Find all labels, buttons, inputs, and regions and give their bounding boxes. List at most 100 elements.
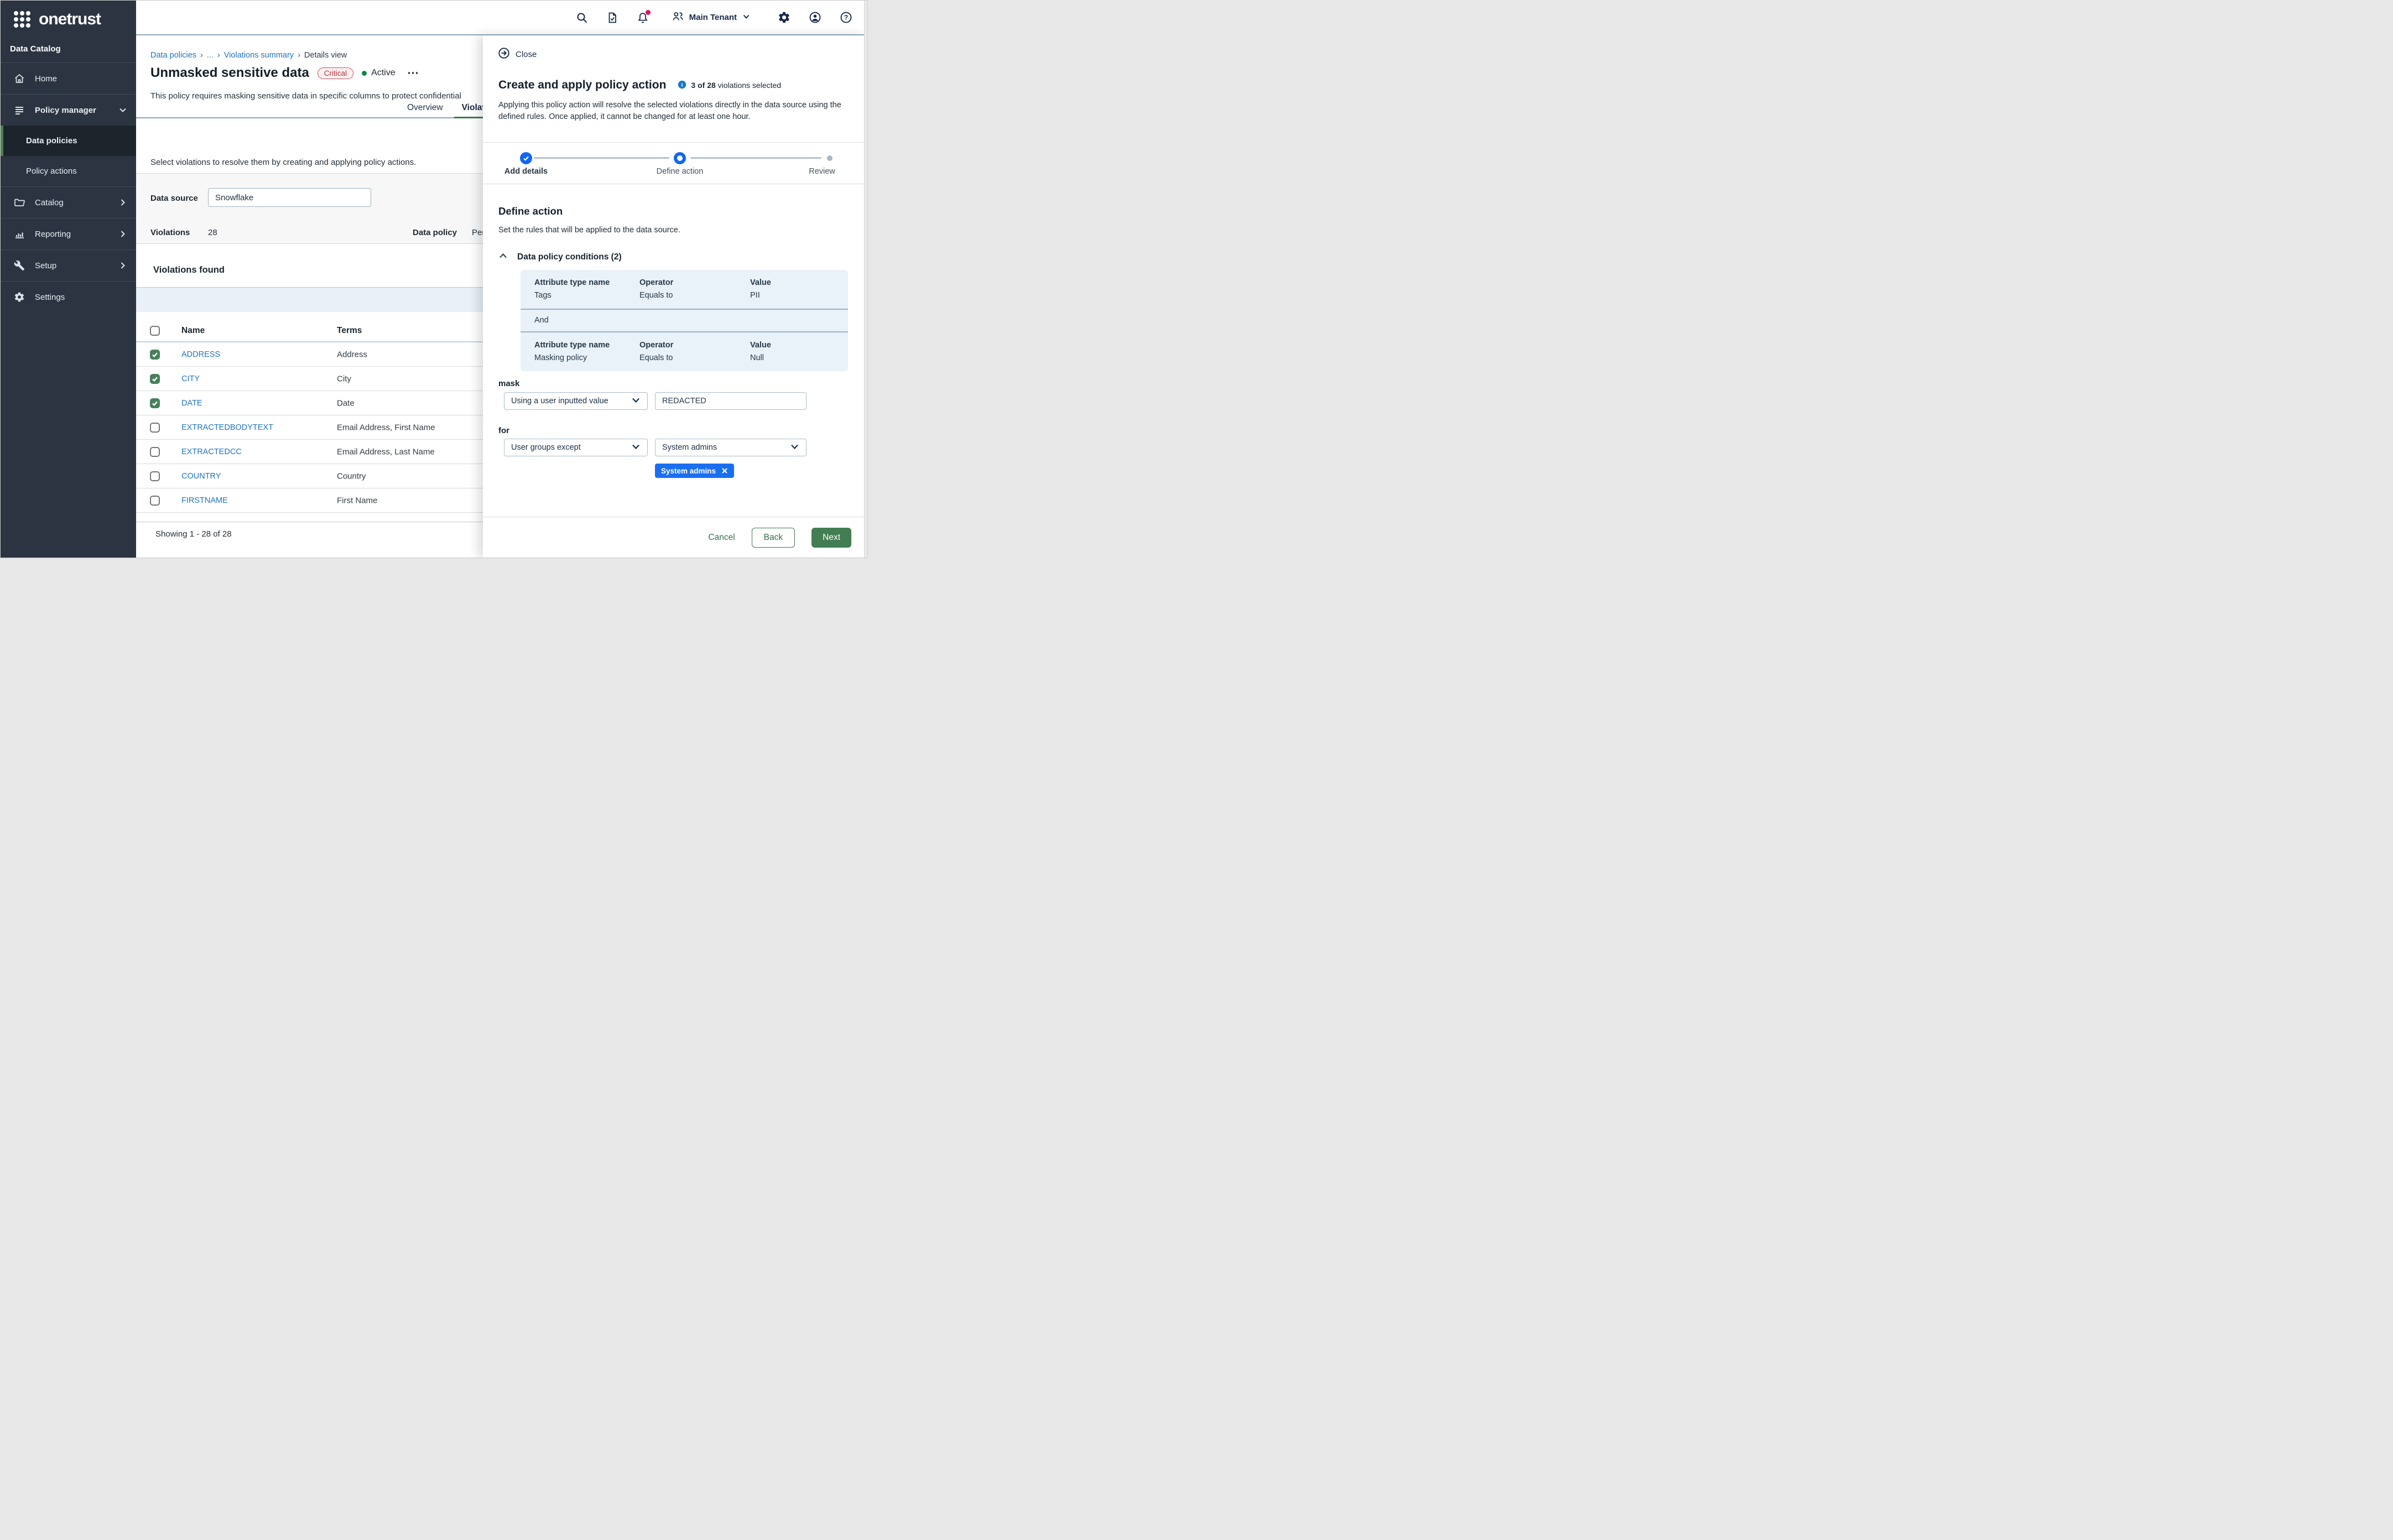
conditions-header-row: Attribute type name Operator Value	[521, 332, 848, 350]
sidebar-item-policy-actions[interactable]: Policy actions	[1, 156, 136, 186]
violation-name-link[interactable]: DATE	[181, 399, 202, 408]
sidebar: onetrust Data Catalog Home Policy manage…	[1, 1, 136, 558]
define-action-heading: Define action	[498, 205, 563, 217]
violation-terms: Country	[337, 471, 366, 481]
mask-method-select[interactable]: Using a user inputted value	[504, 392, 648, 410]
column-header-name[interactable]: Name	[181, 326, 205, 336]
chevron-down-icon	[790, 442, 799, 454]
document-check-icon[interactable]	[606, 12, 618, 24]
select-all-checkbox[interactable]	[150, 326, 160, 336]
chip-remove-icon[interactable]	[721, 467, 728, 474]
tenant-label: Main Tenant	[689, 13, 737, 22]
condition-row: Masking policy Equals to Null	[521, 350, 848, 371]
folder-icon	[13, 196, 25, 209]
row-checkbox[interactable]	[150, 496, 160, 506]
col-operator: Operator	[639, 341, 750, 350]
row-checkbox[interactable]	[150, 423, 160, 433]
row-checkbox[interactable]	[150, 447, 160, 457]
tenant-switcher[interactable]: Main Tenant	[672, 10, 751, 25]
row-checkbox[interactable]	[150, 471, 160, 481]
status-indicator: Active	[362, 68, 396, 78]
window-scrollbar[interactable]	[864, 1, 867, 558]
violation-name-link[interactable]: FIRSTNAME	[181, 496, 228, 505]
col-attribute-type: Attribute type name	[534, 341, 639, 350]
sidebar-item-reporting[interactable]: Reporting	[1, 218, 136, 249]
tab-overview[interactable]: Overview	[406, 101, 444, 117]
breadcrumb-ellipsis[interactable]: ...	[207, 51, 214, 60]
condition-operator: Equals to	[639, 353, 750, 362]
selection-count: 3 of 28	[691, 81, 715, 90]
step-complete-icon	[520, 152, 532, 164]
chevron-down-icon	[631, 442, 641, 454]
row-checkbox[interactable]	[150, 398, 160, 408]
breadcrumb-data-policies[interactable]: Data policies	[150, 51, 196, 60]
panel-footer: Cancel Back Next	[483, 517, 867, 558]
breadcrumb: Data policies›...›Violations summary›Det…	[150, 51, 347, 60]
settings-gear-icon[interactable]	[778, 11, 790, 24]
step-connector	[534, 157, 669, 159]
sidebar-item-catalog[interactable]: Catalog	[1, 186, 136, 218]
condition-joiner: And	[521, 310, 848, 331]
violation-terms: Address	[337, 350, 367, 359]
topbar: Main Tenant ?	[136, 1, 867, 35]
violation-terms: Email Address, First Name	[337, 423, 435, 432]
home-icon	[13, 72, 25, 85]
for-method-select[interactable]: User groups except	[504, 439, 648, 456]
chevron-up-icon	[498, 251, 508, 263]
account-icon[interactable]	[809, 11, 821, 24]
svg-text:?: ?	[844, 14, 848, 22]
sidebar-item-label: Home	[35, 74, 57, 84]
mask-value-field	[655, 392, 807, 410]
row-checkbox[interactable]	[150, 350, 160, 360]
selection-note: i 3 of 28 violations selected	[678, 80, 781, 91]
breadcrumb-separator: ›	[200, 51, 203, 60]
chevron-down-icon	[742, 12, 751, 23]
selected-group-chip[interactable]: System admins	[655, 464, 734, 478]
violation-name-link[interactable]: ADDRESS	[181, 350, 220, 359]
violation-name-link[interactable]: COUNTRY	[181, 472, 221, 481]
data-source-input[interactable]	[208, 188, 371, 207]
chevron-down-icon	[118, 106, 127, 115]
back-button[interactable]: Back	[752, 528, 795, 548]
overflow-menu-icon[interactable]	[407, 69, 419, 77]
violation-name-link[interactable]: EXTRACTEDBODYTEXT	[181, 423, 273, 432]
violations-count-value: 28	[208, 228, 217, 237]
help-icon[interactable]: ?	[840, 11, 852, 24]
list-icon	[13, 104, 25, 116]
cancel-button[interactable]: Cancel	[708, 533, 735, 543]
column-header-terms[interactable]: Terms	[337, 326, 362, 336]
sidebar-item-data-policies[interactable]: Data policies	[1, 126, 136, 156]
sidebar-item-label: Policy manager	[35, 106, 96, 115]
sidebar-item-setup[interactable]: Setup	[1, 249, 136, 281]
define-action-subheading: Set the rules that will be applied to th…	[498, 226, 680, 235]
product-name: Data Catalog	[1, 33, 136, 63]
search-icon[interactable]	[576, 12, 588, 24]
conditions-title: Data policy conditions (2)	[517, 252, 622, 262]
condition-value: Null	[750, 353, 834, 362]
mask-value-input[interactable]	[662, 397, 799, 405]
sidebar-item-settings[interactable]: Settings	[1, 281, 136, 313]
breadcrumb-violations-summary[interactable]: Violations summary	[224, 51, 294, 60]
sidebar-item-label: Setup	[35, 261, 56, 270]
sidebar-item-policy-manager[interactable]: Policy manager	[1, 94, 136, 126]
chevron-right-icon	[118, 261, 127, 270]
select-violations-hint: Select violations to resolve them by cre…	[150, 158, 416, 167]
bar-chart-icon	[13, 228, 25, 240]
col-value: Value	[750, 341, 834, 350]
notifications-bell-icon[interactable]	[637, 12, 649, 24]
conditions-collapse-toggle[interactable]: Data policy conditions (2)	[498, 251, 622, 263]
close-button[interactable]: Close	[498, 47, 537, 62]
panel-title: Create and apply policy action	[498, 79, 666, 92]
selection-count-suffix: violations selected	[718, 81, 781, 90]
condition-attribute: Tags	[534, 291, 639, 300]
step-connector	[690, 157, 821, 159]
violation-name-link[interactable]: CITY	[181, 374, 200, 383]
violation-name-link[interactable]: EXTRACTEDCC	[181, 448, 242, 456]
row-checkbox[interactable]	[150, 374, 160, 384]
chip-label: System admins	[661, 467, 716, 475]
sidebar-item-home[interactable]: Home	[1, 63, 136, 94]
next-button[interactable]: Next	[811, 528, 851, 548]
for-target-select[interactable]: System admins	[655, 439, 807, 456]
breadcrumb-current: Details view	[304, 51, 347, 60]
sidebar-item-label: Settings	[35, 293, 65, 302]
